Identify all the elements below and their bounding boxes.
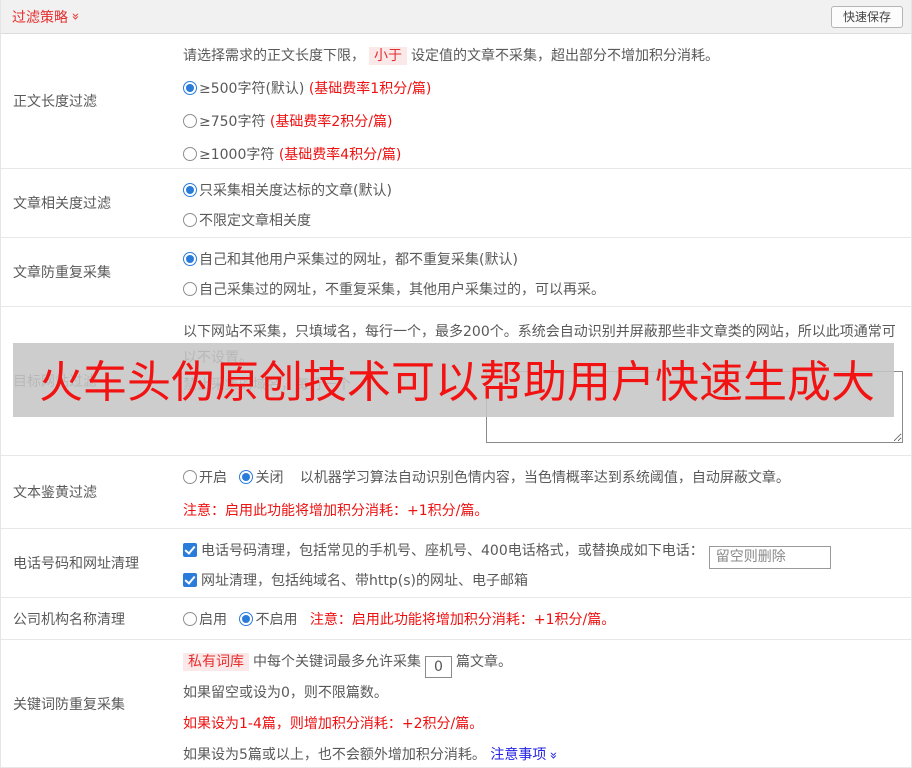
- row-label-keyword-dedupe: 关键词防重复采集: [13, 696, 125, 713]
- radio-porn-off-label[interactable]: 关闭: [255, 470, 283, 486]
- row-label-porn-filter: 文本鉴黄过滤: [13, 485, 97, 501]
- porn-filter-options: 开启 关闭 以机器学习算法自动识别色情内容，当色情概率达到系统阈值，自动屏蔽文章…: [183, 468, 903, 488]
- radio-relevance-any-label[interactable]: 不限定文章相关度: [199, 213, 311, 229]
- row-content-length-filter: 正文长度过滤 请选择需求的正文长度下限， 小于 设定值的文章不采集，超出部分不增加积…: [1, 34, 911, 169]
- watermark-text: 火车头伪原创技术可以帮助用户快速生成大: [39, 357, 875, 408]
- row-label-dedupe: 文章防重复采集: [13, 265, 111, 281]
- porn-filter-cost-note: 注意：启用此功能将增加积分消耗：+1积分/篇。: [183, 503, 489, 519]
- phone-cleanup-option[interactable]: 电话号码清理，包括常见的手机号、座机号、400电话格式，或替换成如下电话：: [183, 541, 903, 569]
- private-lexicon-link[interactable]: 私有词库: [183, 653, 249, 671]
- replacement-phone-input[interactable]: [708, 545, 831, 569]
- radio-company-enable[interactable]: [183, 612, 197, 626]
- filter-strategy-panel: 过滤策略 » 快速保存 正文长度过滤 请选择需求的正文长度下限， 小于 设定值的文章…: [0, 0, 912, 768]
- chevron-double-down-icon: »: [545, 751, 561, 760]
- fee-note-1000: (基础费率4积分/篇): [278, 147, 402, 163]
- radio-dedupe-self-label[interactable]: 自己采集过的网址，不重复采集，其他用户采集过的，可以再采。: [199, 282, 605, 298]
- company-cleanup-cost-note: 注意：启用此功能将增加积分消耗：+1积分/篇。: [309, 612, 616, 628]
- row-relevance-filter: 文章相关度过滤 只采集相关度达标的文章(默认) 不限定文章相关度: [1, 169, 911, 238]
- row-dedupe-collection: 文章防重复采集 自己和其他用户采集过的网址，都不重复采集(默认) 自己采集过的网…: [1, 238, 911, 307]
- dedupe-option-global[interactable]: 自己和其他用户采集过的网址，都不重复采集(默认): [183, 250, 903, 270]
- checkbox-phone-cleanup-label[interactable]: 电话号码清理，包括常见的手机号、座机号、400电话格式，或替换成如下电话：: [201, 543, 704, 559]
- quick-save-button[interactable]: 快速保存: [830, 5, 903, 28]
- row-porn-filter: 文本鉴黄过滤 开启 关闭 以机器学习算法自动识别色情内容，当色情概率达到系统阈值…: [1, 456, 911, 529]
- radio-dedupe-global[interactable]: [183, 252, 197, 266]
- watermark-overlay: 火车头伪原创技术可以帮助用户快速生成大: [13, 343, 894, 417]
- radio-length-1000[interactable]: [183, 147, 197, 161]
- company-cleanup-options: 启用 不启用 注意：启用此功能将增加积分消耗：+1积分/篇。: [183, 610, 903, 630]
- radio-company-disable-label[interactable]: 不启用: [255, 612, 297, 628]
- panel-header: 过滤策略 » 快速保存: [1, 0, 911, 34]
- row-label-relevance: 文章相关度过滤: [13, 196, 111, 212]
- dedupe-option-self[interactable]: 自己采集过的网址，不重复采集，其他用户采集过的，可以再采。: [183, 280, 903, 300]
- row-label-company-cleanup: 公司机构名称清理: [13, 612, 125, 628]
- keyword-limit-text-end: 篇文章。: [456, 654, 512, 670]
- length-option-750[interactable]: ≥750字符 (基础费率2积分/篇): [183, 112, 903, 132]
- radio-porn-on-label[interactable]: 开启: [199, 470, 227, 486]
- radio-length-1000-label[interactable]: ≥1000字符: [199, 147, 274, 163]
- checkbox-url-cleanup-label[interactable]: 网址清理，包括纯域名、带http(s)的网址、电子邮箱: [201, 573, 528, 589]
- row-label-phone-url: 电话号码和网址清理: [13, 556, 139, 572]
- checkbox-phone-cleanup[interactable]: [183, 543, 197, 557]
- chevron-double-down-icon: »: [67, 12, 83, 21]
- length-option-500[interactable]: ≥500字符(默认) (基础费率1积分/篇): [183, 79, 903, 99]
- keyword-note-cost: 如果设为1-4篇，则增加积分消耗：+2积分/篇。: [183, 716, 484, 732]
- keyword-max-count-input[interactable]: [425, 656, 452, 678]
- keyword-note-five-plus-text: 如果设为5篇或以上，也不会额外增加积分消耗。: [183, 747, 486, 763]
- radio-dedupe-global-label[interactable]: 自己和其他用户采集过的网址，都不重复采集(默认): [199, 252, 518, 268]
- radio-company-enable-label[interactable]: 启用: [199, 612, 227, 628]
- radio-length-750-label[interactable]: ≥750字符: [199, 114, 265, 130]
- length-option-1000[interactable]: ≥1000字符 (基础费率4积分/篇): [183, 145, 903, 165]
- keyword-note-unlimited: 如果留空或设为0，则不限篇数。: [183, 685, 388, 701]
- row-label-content-length: 正文长度过滤: [13, 94, 97, 110]
- keyword-note-five-plus: 如果设为5篇或以上，也不会额外增加积分消耗。 注意事项»: [183, 745, 903, 765]
- panel-title: 过滤策略: [12, 9, 68, 26]
- relevance-option-any[interactable]: 不限定文章相关度: [183, 211, 903, 231]
- keyword-limit-setting: 私有词库中每个关键词最多允许采集 篇文章。: [183, 652, 903, 678]
- keyword-limit-text: 中每个关键词最多允许采集: [253, 654, 421, 670]
- radio-relevance-any[interactable]: [183, 213, 197, 227]
- radio-length-500-label[interactable]: ≥500字符(默认): [199, 81, 304, 97]
- fee-note-750: (基础费率2积分/篇): [269, 114, 393, 130]
- notice-items-link[interactable]: 注意事项: [490, 747, 546, 763]
- row-phone-url-cleanup: 电话号码和网址清理 电话号码清理，包括常见的手机号、座机号、400电话格式，或替…: [1, 529, 911, 598]
- radio-porn-off[interactable]: [239, 470, 254, 484]
- checkbox-url-cleanup[interactable]: [183, 573, 197, 587]
- relevance-option-strict[interactable]: 只采集相关度达标的文章(默认): [183, 181, 903, 201]
- section-toggle-filter-strategy[interactable]: 过滤策略 »: [12, 7, 83, 27]
- row-company-name-cleanup: 启用 不启用 注意：启用此功能将增加积分消耗：+1积分/篇。 公司机构名称清理: [1, 598, 911, 640]
- radio-length-750[interactable]: [183, 114, 197, 128]
- radio-relevance-strict[interactable]: [183, 183, 197, 197]
- radio-length-500[interactable]: [183, 81, 197, 95]
- less-than-highlight: 小于: [369, 47, 407, 65]
- fee-note-500: (基础费率1积分/篇): [308, 81, 432, 97]
- radio-company-disable[interactable]: [239, 612, 254, 626]
- length-filter-intro: 请选择需求的正文长度下限， 小于 设定值的文章不采集，超出部分不增加积分消耗。: [183, 46, 903, 66]
- row-keyword-dedupe: 关键词防重复采集 私有词库中每个关键词最多允许采集 篇文章。 如果留空或设为0，则…: [1, 640, 911, 768]
- radio-dedupe-self[interactable]: [183, 282, 197, 296]
- intro-text-1: 请选择需求的正文长度下限，: [183, 48, 365, 64]
- url-cleanup-option[interactable]: 网址清理，包括纯域名、带http(s)的网址、电子邮箱: [183, 571, 903, 591]
- radio-relevance-strict-label[interactable]: 只采集相关度达标的文章(默认): [199, 183, 392, 199]
- intro-text-2: 设定值的文章不采集，超出部分不增加积分消耗。: [411, 48, 719, 64]
- radio-porn-on[interactable]: [183, 470, 197, 484]
- porn-filter-description: 以机器学习算法自动识别色情内容，当色情概率达到系统阈值，自动屏蔽文章。: [299, 470, 790, 486]
